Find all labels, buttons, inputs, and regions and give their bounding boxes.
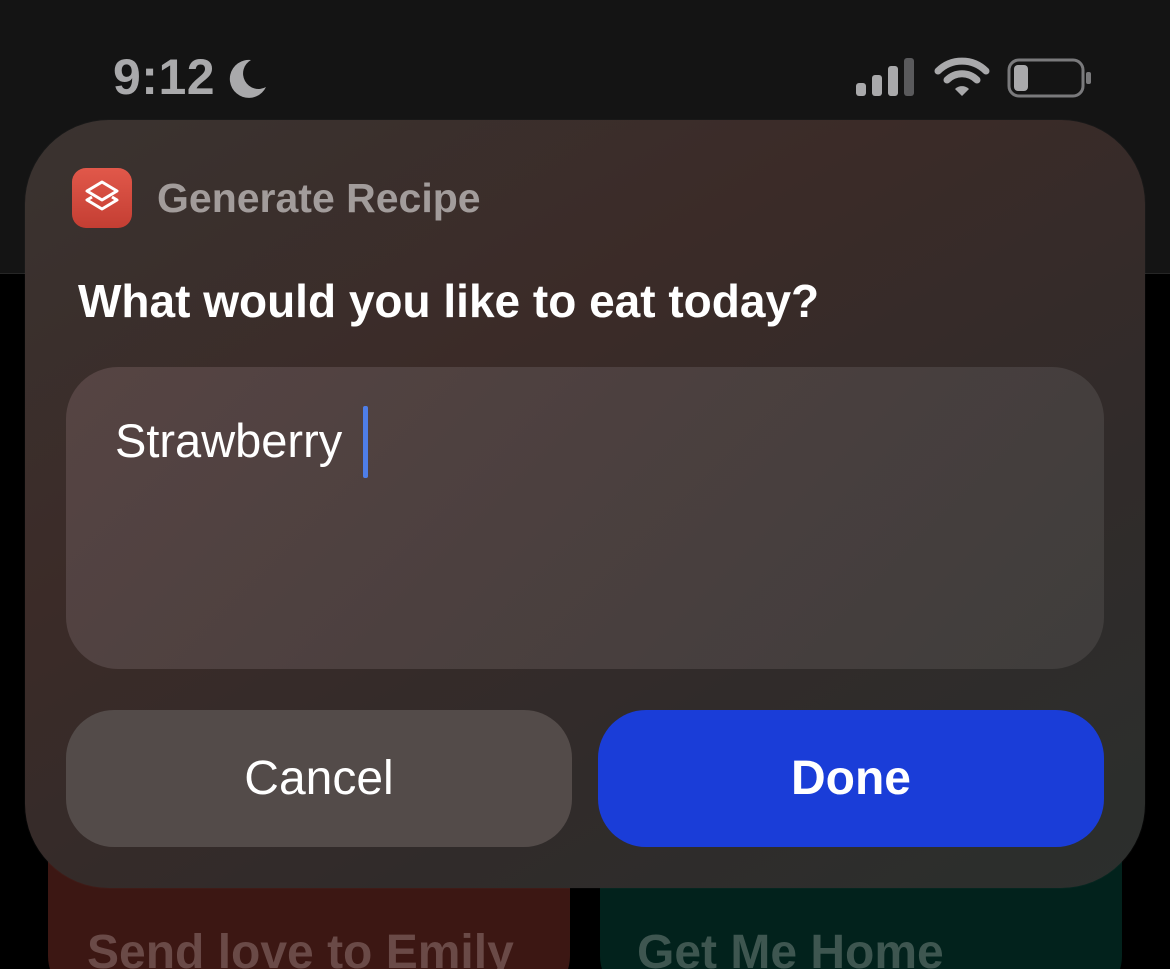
dialog-prompt: What would you like to eat today? — [78, 275, 820, 327]
shortcuts-icon — [72, 168, 132, 228]
shortcut-tile-label: Send love to Emily — [87, 926, 514, 969]
shortcut-name: Generate Recipe — [157, 175, 481, 221]
status-time: 9:12 — [113, 49, 216, 105]
input-value[interactable]: Strawberry — [115, 413, 342, 468]
moon-icon — [229, 59, 266, 98]
battery-low-icon — [1007, 58, 1091, 98]
cancel-button[interactable]: Cancel — [66, 710, 572, 847]
wifi-icon — [934, 57, 990, 96]
screen: 9:12 Send love to Emily Get Me Home Gene… — [0, 0, 1170, 969]
shortcut-tile-label: Get Me Home — [637, 926, 944, 969]
done-button[interactable]: Done — [598, 710, 1104, 847]
text-caret — [363, 406, 368, 478]
cellular-signal-icon — [856, 58, 914, 96]
